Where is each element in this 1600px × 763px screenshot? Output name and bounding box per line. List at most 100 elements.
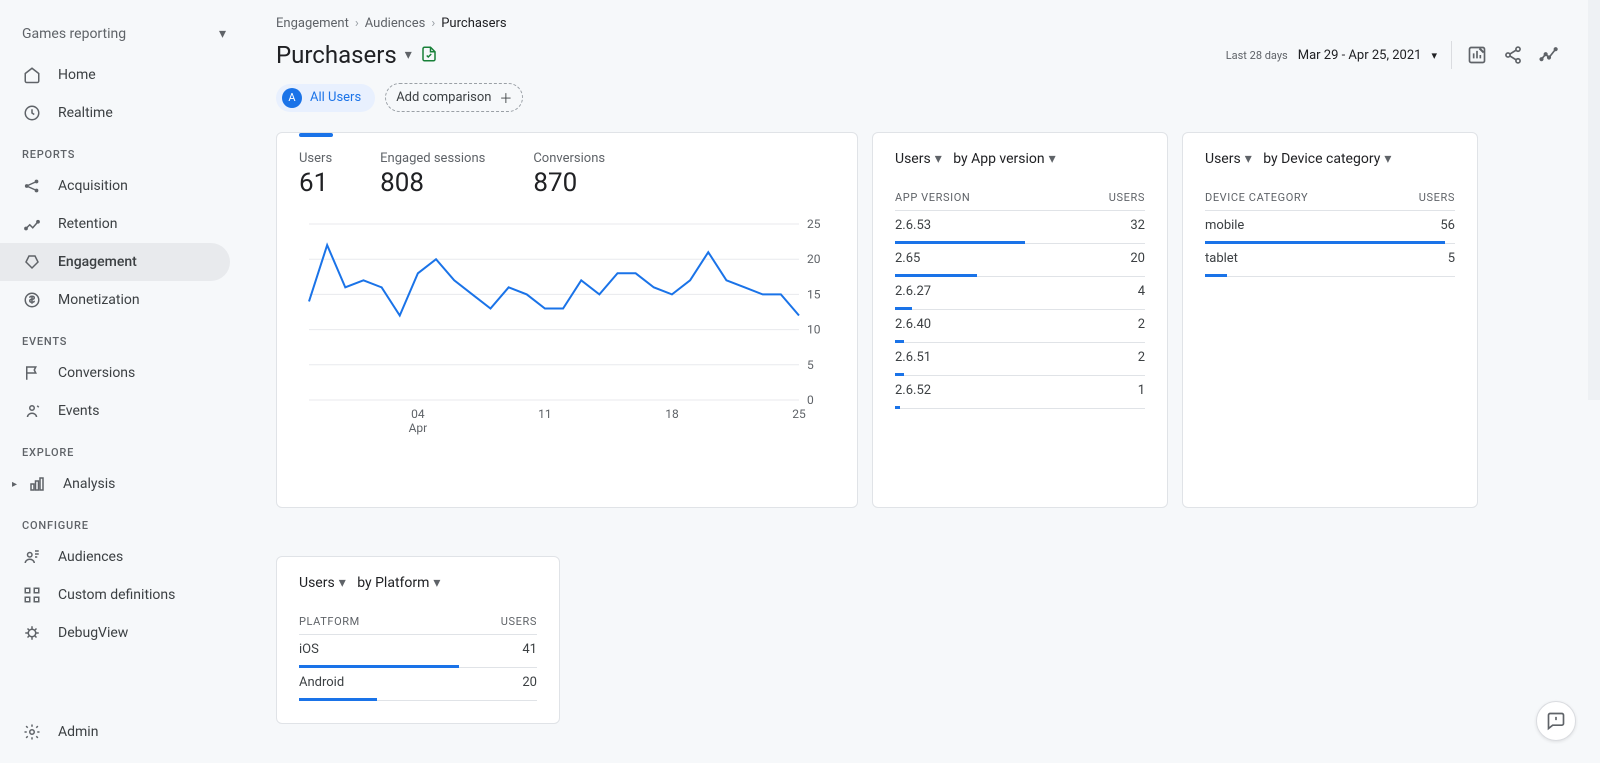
svg-text:20: 20	[807, 252, 821, 266]
table-row[interactable]: iOS41	[299, 635, 537, 668]
pivot-dimension[interactable]: by App version	[953, 151, 1044, 167]
table-body: 2.6.53322.65202.6.2742.6.4022.6.5122.6.5…	[895, 211, 1145, 409]
pivot-metric[interactable]: Users	[1205, 151, 1241, 167]
nav-acquisition[interactable]: Acquisition	[0, 167, 230, 205]
events-icon	[22, 401, 42, 421]
chevron-down-icon: ▾	[219, 26, 226, 42]
row-value: 41	[522, 642, 537, 657]
nav-analysis[interactable]: ▸ Analysis	[0, 465, 230, 503]
main-content: Engagement › Audiences › Purchasers Purc…	[248, 0, 1588, 763]
card-title: Users ▾ by App version ▾	[895, 151, 1145, 185]
nav-engagement[interactable]: Engagement	[0, 243, 230, 281]
metric-label: Engaged sessions	[380, 151, 485, 166]
nav-label: Monetization	[58, 292, 140, 308]
nav-label: Conversions	[58, 365, 135, 381]
row-value: 1	[1138, 383, 1145, 398]
nav-label: Admin	[58, 724, 98, 740]
card-title: Users ▾ by Platform ▾	[299, 575, 537, 609]
nav-conversions[interactable]: Conversions	[0, 354, 230, 392]
row-bar	[1205, 274, 1227, 277]
row-dimension: 2.6.52	[895, 383, 931, 398]
date-range-value: Mar 29 - Apr 25, 2021	[1298, 48, 1422, 63]
nav-label: Retention	[58, 216, 118, 232]
chip-add-comparison[interactable]: Add comparison ＋	[385, 83, 523, 112]
svg-text:18: 18	[665, 407, 679, 421]
nav-debugview[interactable]: DebugView	[0, 614, 230, 652]
nav-audiences[interactable]: Audiences	[0, 538, 230, 576]
nav-label: Audiences	[58, 549, 123, 565]
metrics: Users 61 Engaged sessions 808 Conversion…	[299, 151, 835, 214]
plus-icon: ＋	[499, 88, 512, 107]
date-range-picker[interactable]: Last 28 days Mar 29 - Apr 25, 2021 ▾	[1226, 48, 1437, 63]
breadcrumb-l2[interactable]: Audiences	[365, 16, 426, 31]
home-icon	[22, 65, 42, 85]
table-row[interactable]: 2.6520	[895, 244, 1145, 277]
table-row[interactable]: 2.6.5332	[895, 211, 1145, 244]
property-selector[interactable]: Games reporting ▾	[0, 18, 248, 56]
nav-monetization[interactable]: Monetization	[0, 281, 230, 319]
chevron-down-icon: ▾	[339, 575, 346, 591]
row-value: 56	[1440, 218, 1455, 233]
row-value: 2	[1138, 350, 1145, 365]
page-header: Purchasers ▾ Last 28 days Mar 29 - Apr 2…	[276, 41, 1560, 69]
card-device-category: Users ▾ by Device category ▾ DEVICE CATE…	[1182, 132, 1478, 508]
share-icon[interactable]	[1502, 44, 1524, 66]
table-body: iOS41Android20	[299, 635, 537, 701]
chip-all-users[interactable]: A All Users	[276, 84, 375, 112]
metric-engaged[interactable]: Engaged sessions 808	[380, 151, 485, 198]
metric-users[interactable]: Users 61	[299, 151, 332, 198]
table-header: APP VERSION USERS	[895, 185, 1145, 211]
row-bar	[299, 698, 377, 701]
section-explore: EXPLORE	[0, 430, 248, 465]
active-tab-indicator	[299, 133, 333, 137]
table-row[interactable]: 2.6.274	[895, 277, 1145, 310]
chevron-down-icon: ▾	[1245, 151, 1252, 167]
retention-icon	[22, 214, 42, 234]
nav-retention[interactable]: Retention	[0, 205, 230, 243]
table-row[interactable]: tablet5	[1205, 244, 1455, 277]
table-row[interactable]: 2.6.512	[895, 343, 1145, 376]
nav-realtime[interactable]: Realtime	[0, 94, 230, 132]
acquisition-icon	[22, 176, 42, 196]
metric-conversions[interactable]: Conversions 870	[533, 151, 605, 198]
table-row[interactable]: mobile56	[1205, 211, 1455, 244]
nav-custom-definitions[interactable]: Custom definitions	[0, 576, 230, 614]
col-metric: USERS	[1109, 191, 1145, 204]
pivot-metric[interactable]: Users	[895, 151, 931, 167]
table-body: mobile56tablet5	[1205, 211, 1455, 277]
row-dimension: 2.6.40	[895, 317, 931, 332]
expand-icon: ▸	[12, 479, 17, 490]
nav-label: Acquisition	[58, 178, 128, 194]
chip-badge: A	[282, 88, 302, 108]
chevron-down-icon: ▾	[1049, 151, 1056, 167]
save-report-icon[interactable]	[420, 41, 438, 69]
pivot-metric[interactable]: Users	[299, 575, 335, 591]
metric-label: Users	[299, 151, 332, 166]
insights-icon[interactable]	[1538, 44, 1560, 66]
table-row[interactable]: Android20	[299, 668, 537, 701]
chevron-down-icon: ▾	[405, 47, 412, 63]
row-value: 2	[1138, 317, 1145, 332]
nav-admin[interactable]: Admin	[0, 713, 120, 751]
svg-text:5: 5	[807, 358, 814, 372]
breadcrumb-l3: Purchasers	[441, 16, 506, 31]
row-bar	[895, 406, 900, 409]
nav-home[interactable]: Home	[0, 56, 230, 94]
gear-icon	[22, 722, 42, 742]
pivot-dimension[interactable]: by Platform	[357, 575, 429, 591]
breadcrumb-l1[interactable]: Engagement	[276, 16, 349, 31]
pivot-dimension[interactable]: by Device category	[1263, 151, 1380, 167]
page-title[interactable]: Purchasers ▾	[276, 41, 438, 69]
customize-report-icon[interactable]	[1466, 44, 1488, 66]
nav-label: Home	[58, 67, 96, 83]
chip-label: Add comparison	[396, 90, 491, 105]
table-row[interactable]: 2.6.40 2	[895, 310, 1145, 343]
nav-label: Custom definitions	[58, 587, 175, 604]
svg-text:Apr: Apr	[409, 421, 428, 435]
feedback-button[interactable]	[1536, 701, 1576, 741]
table-row[interactable]: 2.6.52 1	[895, 376, 1145, 409]
right-panel-collapsed[interactable]	[1588, 0, 1600, 400]
divider	[1451, 41, 1452, 69]
nav-events[interactable]: Events	[0, 392, 230, 430]
nav-label: Realtime	[58, 105, 113, 121]
